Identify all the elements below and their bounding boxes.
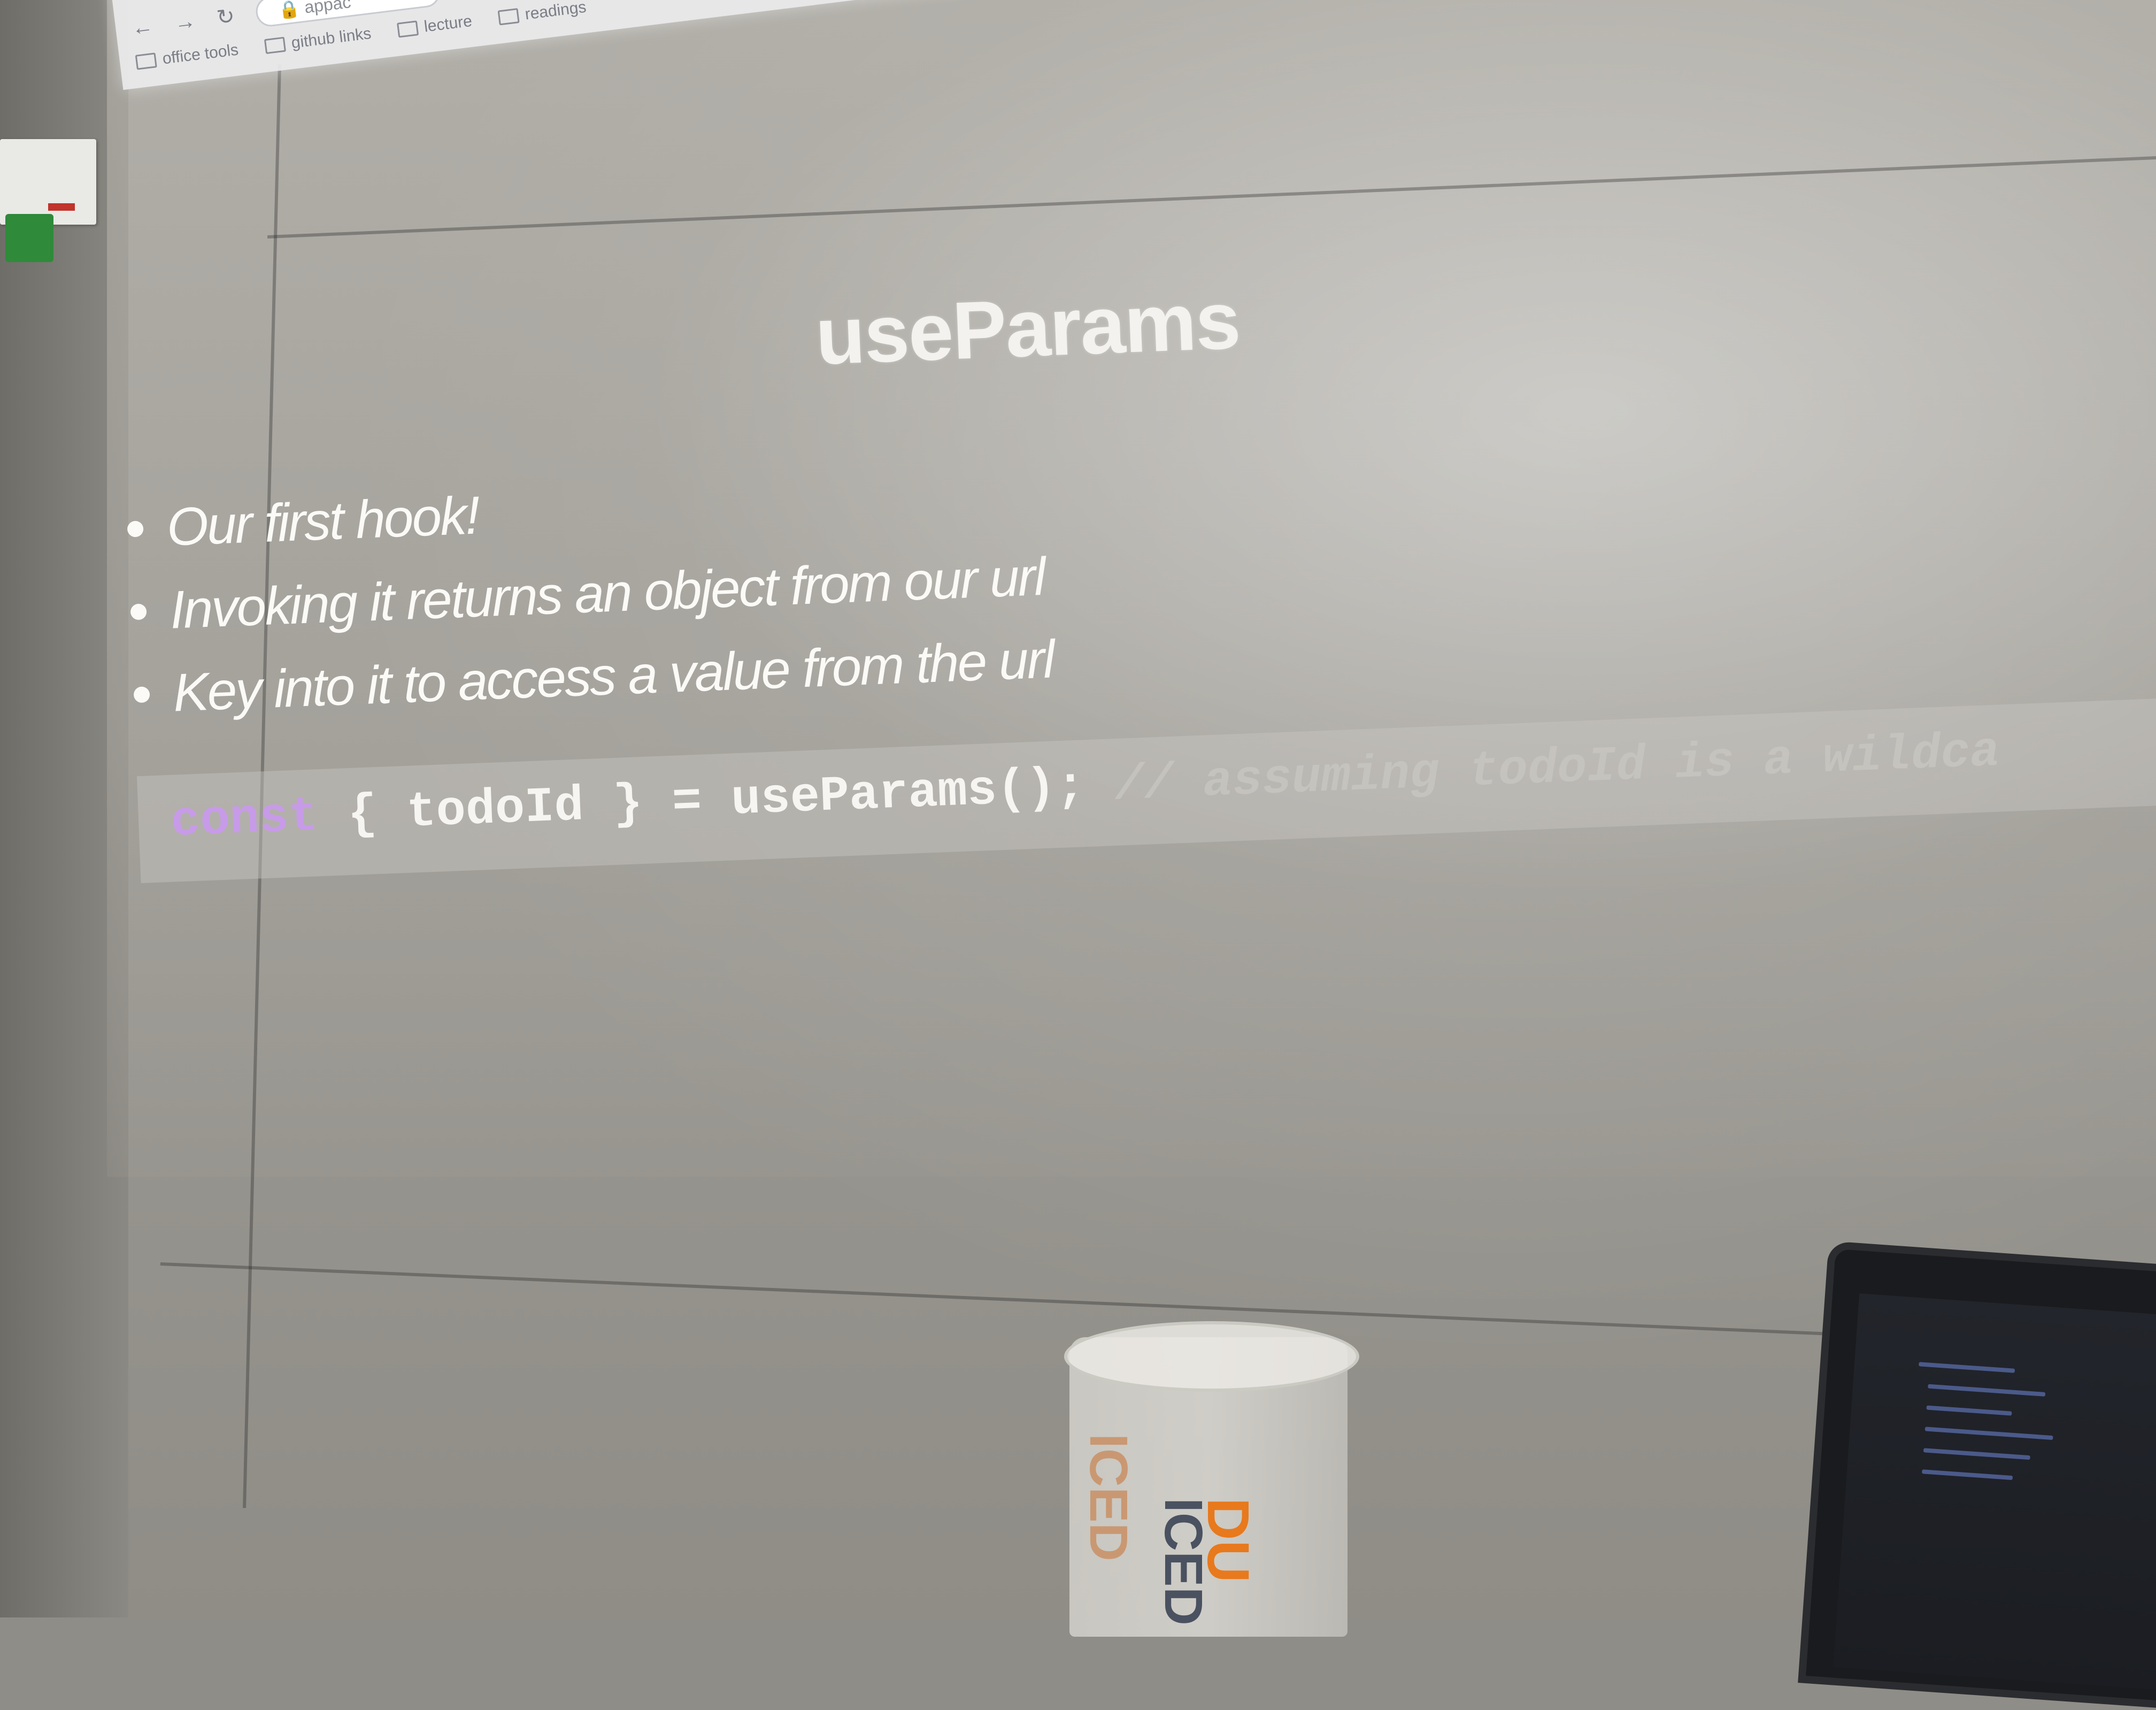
editor-line [1926,1405,2012,1416]
bullet-dot-icon [133,686,150,703]
editor-line [1922,1469,2013,1481]
slide-bullet-text: Invoking it returns an object from our u… [168,546,1045,640]
slide-bullet: Invoking it returns an object from our u… [129,546,1051,642]
cup-lid [1064,1321,1359,1392]
bullet-dot-icon [127,520,144,538]
code-keyword: const [170,788,320,850]
slide-bullet-list: Our first hook! Invoking it returns an o… [126,463,1056,747]
cup-label-back: ICED [1079,1433,1138,1561]
slide-bullet: Our first hook! [126,463,1048,560]
editor-line [1924,1427,2053,1440]
bullet-dot-icon [130,603,147,620]
slide-bullet-text: Key into it to access a value from the u… [172,629,1054,723]
slide-bullet-text: Our first hook! [165,485,480,557]
slide-bullet: Key into it to access a value from the u… [133,628,1054,725]
editor-line [1919,1362,2015,1373]
slide-title: useParams [814,274,1242,382]
editor-line [1923,1448,2030,1460]
editor-line [1928,1384,2046,1397]
laptop-screen [1833,1293,2156,1691]
laptop [1798,1241,2156,1710]
cup-brand-text: DU [1195,1498,1261,1583]
